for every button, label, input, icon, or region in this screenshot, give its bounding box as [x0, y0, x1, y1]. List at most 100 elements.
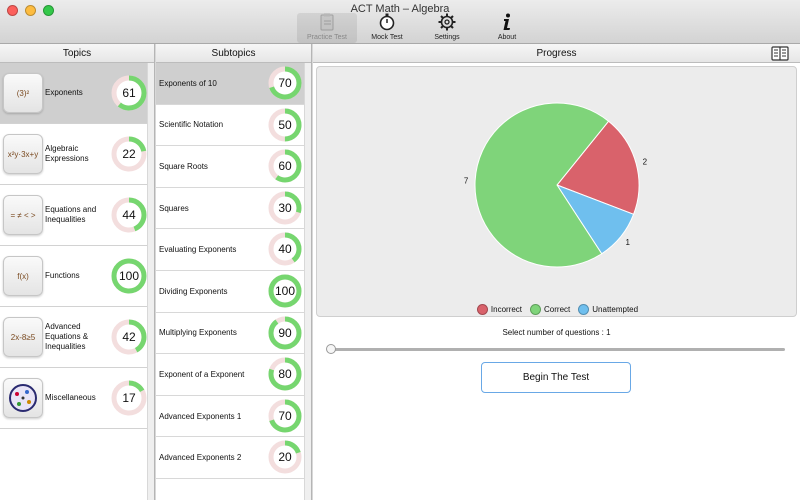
subtopic-label: Scientific Notation: [159, 120, 224, 130]
topics-panel: Topics (3)² Exponents 61 x²y·3x+y Algebr…: [0, 44, 155, 500]
pie-label-incorrect: 2: [643, 157, 648, 166]
toolbar-settings-button[interactable]: Settings: [417, 13, 477, 43]
topic-list: (3)² Exponents 61 x²y·3x+y Algebraic Exp…: [0, 63, 154, 429]
question-count-label: Select number of questions : 1: [502, 328, 611, 337]
topic-label: Miscellaneous: [45, 393, 96, 402]
subtopic-score: 40: [268, 232, 304, 268]
book-icon[interactable]: [771, 46, 789, 64]
topic-label: Algebraic Expressions: [45, 144, 89, 163]
subtopic-score-value: 20: [278, 450, 292, 465]
topic-item[interactable]: (3)² Exponents 61: [0, 63, 154, 124]
title-bar: ACT Math – Algebra Practice Test Mock Te…: [0, 0, 800, 44]
topic-item[interactable]: 2x-8≥5 Advanced Equations & Inequalities…: [0, 307, 154, 368]
miscellaneous-icon: [3, 378, 43, 418]
topic-item[interactable]: x²y·3x+y Algebraic Expressions 22: [0, 124, 154, 185]
pie-chart: 2 1 7: [464, 102, 648, 268]
legend-item-unattempted: Unattempted: [578, 304, 638, 315]
subtopics-panel: Subtopics Exponents of 10 70 Scientific …: [156, 44, 312, 500]
pie-label-correct: 7: [464, 176, 469, 185]
topic-label: Equations and Inequalities: [45, 205, 97, 224]
subtopic-score: 30: [268, 191, 304, 227]
legend-label: Incorrect: [490, 305, 523, 314]
subtopic-item[interactable]: Squares 30: [156, 188, 311, 230]
legend-label: Unattempted: [592, 305, 639, 314]
question-count-slider[interactable]: [327, 348, 785, 351]
topic-thumb-text: f(x): [17, 271, 29, 281]
subtopic-item[interactable]: Evaluating Exponents 40: [156, 229, 311, 271]
topic-label: Exponents: [45, 88, 83, 97]
subtopic-label: Square Roots: [159, 161, 208, 171]
legend-item-correct: Correct: [530, 304, 570, 315]
subtopic-label: Exponents of 10: [159, 78, 217, 88]
pie-label-unattempted: 1: [626, 238, 631, 247]
subtopic-label: Evaluating Exponents: [159, 245, 237, 255]
inequality-icon: 2x-8≥5: [3, 317, 43, 357]
topics-scrollbar[interactable]: [147, 63, 154, 500]
subtopic-score-value: 30: [278, 200, 292, 215]
subtopic-score: 70: [268, 399, 304, 435]
subtopic-item[interactable]: Dividing Exponents 100: [156, 271, 311, 313]
topic-thumb-text: = ≠ < >: [10, 210, 36, 220]
topic-score: 22: [111, 136, 147, 172]
toolbar-label: Settings: [434, 34, 460, 41]
topic-thumb-text: (3)²: [16, 88, 30, 98]
subtopic-score: 80: [268, 357, 304, 393]
legend-swatch: [476, 304, 488, 315]
subtopic-score-value: 40: [278, 242, 292, 257]
equations-icon: = ≠ < >: [3, 195, 43, 235]
topic-score-value: 44: [122, 208, 136, 222]
topic-label: Advanced Equations & Inequalities: [45, 322, 89, 351]
subtopic-score-value: 70: [278, 408, 292, 423]
subtopic-score-value: 70: [278, 76, 292, 90]
subtopic-item[interactable]: Exponent of a Exponent 80: [156, 354, 311, 396]
subtopic-item[interactable]: Advanced Exponents 1 70: [156, 396, 311, 438]
topic-item[interactable]: f(x) Functions 100: [0, 246, 154, 307]
subtopic-item[interactable]: Exponents of 10 70: [156, 63, 311, 105]
subtopic-item[interactable]: Scientific Notation 50: [156, 105, 311, 147]
toolbar-label: Practice Test: [307, 34, 347, 41]
progress-chart: 2 1 7 Incorrect Correct Unattempted: [316, 66, 797, 317]
subtopic-label: Advanced Exponents 1: [159, 411, 242, 421]
begin-test-button[interactable]: Begin The Test: [481, 362, 631, 393]
subtopic-score: 50: [268, 108, 304, 144]
subtopic-item[interactable]: Advanced Exponents 2 20: [156, 437, 311, 479]
toolbar-practice-test-button[interactable]: Practice Test: [297, 13, 357, 43]
subtopic-label: Exponent of a Exponent: [159, 369, 245, 379]
toolbar-mock-test-button[interactable]: Mock Test: [357, 13, 417, 43]
topic-score: 44: [111, 197, 147, 233]
subtopic-score: 20: [268, 440, 304, 476]
topic-item[interactable]: Miscellaneous 17: [0, 368, 154, 429]
miscellaneous-icon: [9, 384, 37, 412]
function-icon: f(x): [3, 256, 43, 296]
topic-score-value: 22: [122, 147, 136, 161]
algebra-icon: x²y·3x+y: [3, 134, 43, 174]
toolbar: Practice Test Mock Test Settings About: [297, 13, 537, 43]
subtopic-label: Advanced Exponents 2: [159, 453, 242, 463]
subtopic-score-value: 80: [278, 367, 292, 382]
subtopic-score: 70: [268, 66, 304, 102]
toolbar-about-button[interactable]: About: [477, 13, 537, 43]
topic-thumb-text: x²y·3x+y: [7, 149, 39, 159]
subtopic-score-value: 90: [278, 325, 292, 340]
legend-label: Correct: [544, 305, 571, 314]
topics-header: Topics: [0, 44, 154, 63]
progress-panel: Progress 2 1 7 Incorrect Correct Unattempt…: [313, 44, 800, 500]
subtopic-item[interactable]: Multiplying Exponents 90: [156, 313, 311, 355]
subtopic-score: 100: [268, 274, 304, 310]
topic-score: 17: [111, 380, 147, 416]
topic-score-value: 17: [122, 391, 136, 405]
topic-item[interactable]: = ≠ < > Equations and Inequalities 44: [0, 185, 154, 246]
stopwatch-icon: [379, 13, 395, 31]
subtopic-score: 90: [268, 316, 304, 352]
subtopic-item[interactable]: Square Roots 60: [156, 146, 311, 188]
subtopic-label: Squares: [159, 203, 189, 213]
subtopic-score-value: 60: [278, 159, 292, 174]
toolbar-label: Mock Test: [371, 34, 403, 41]
subtopic-score-value: 100: [274, 283, 296, 298]
subtopic-list: Exponents of 10 70 Scientific Notation 5…: [156, 63, 311, 479]
exponent-icon: (3)²: [3, 73, 43, 113]
slider-knob[interactable]: [326, 344, 336, 354]
legend-swatch: [530, 304, 542, 315]
subtopics-scrollbar[interactable]: [304, 63, 311, 500]
topic-thumb-text: 2x-8≥5: [10, 332, 36, 342]
